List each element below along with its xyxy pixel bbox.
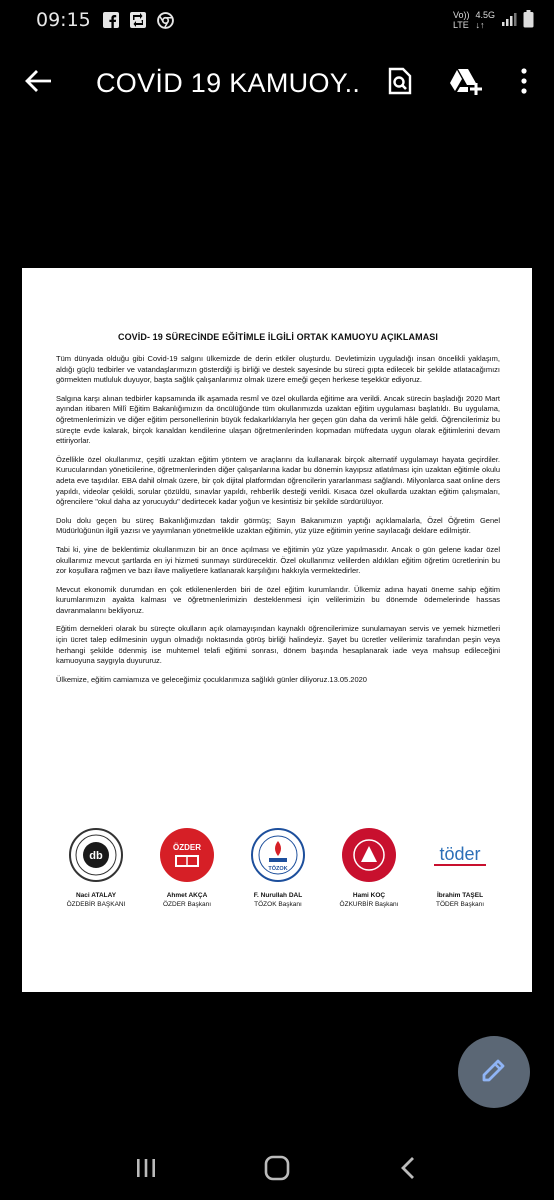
ozkurbir-logo	[342, 828, 396, 882]
home-icon	[264, 1155, 290, 1186]
signatory-title: ÖZDER Başkanı	[162, 901, 212, 908]
signatory-name: F. Nurullah DAL	[253, 892, 303, 899]
signatory-title: ÖZDEBİR BAŞKANI	[66, 901, 126, 908]
ozder-logo: ÖZDER	[160, 828, 214, 882]
data-indicator: 4.5G ↓↑	[475, 10, 495, 30]
paragraph: Tüm dünyada olduğu gibi Covid-19 salgını…	[56, 354, 500, 385]
signatory-title: TÖZOK Başkanı	[254, 901, 302, 908]
volte-label: Vo))	[452, 10, 470, 20]
signatory-name: İbrahim TAŞEL	[436, 892, 484, 899]
signatory: TÖZOK F. Nurullah DAL TÖZOK Başkanı	[238, 828, 318, 908]
paragraph: Mevcut ekonomik durumdan en çok etkilene…	[56, 584, 500, 615]
data-arrows-icon: ↓↑	[475, 20, 485, 30]
document-page[interactable]: COVİD- 19 SÜRECİNDE EĞİTİMLE İLGİLİ ORTA…	[22, 268, 532, 992]
status-bar: 09:15 Vo)) LTE 4.5G ↓↑	[0, 0, 554, 40]
navigation-bar	[0, 1140, 554, 1200]
signatory: Hami KOÇ ÖZKURBİR Başkanı	[329, 828, 409, 908]
toder-logo: töder	[428, 828, 492, 882]
find-in-page-icon	[388, 67, 412, 100]
signatory: db Naci ATALAY ÖZDEBİR BAŞKANI	[56, 828, 136, 908]
more-options-button[interactable]	[504, 63, 544, 103]
signatory-name: Ahmet AKÇA	[166, 892, 208, 899]
network-label: Vo)) LTE	[453, 10, 470, 30]
app-bar: COVİD 19 KAMUOY...	[0, 48, 554, 118]
document-title: COVİD 19 KAMUOY...	[96, 67, 358, 98]
battery-icon	[523, 10, 534, 30]
svg-text:TÖZOK: TÖZOK	[268, 865, 287, 872]
arrow-back-icon	[25, 69, 51, 97]
signatory-title: TÖDER Başkanı	[435, 901, 485, 908]
document-heading: COVİD- 19 SÜRECİNDE EĞİTİMLE İLGİLİ ORTA…	[117, 332, 438, 342]
chrome-icon	[156, 11, 174, 29]
svg-text:töder: töder	[439, 844, 480, 864]
svg-text:ÖZDER: ÖZDER	[173, 843, 201, 852]
edit-fab[interactable]	[458, 1036, 530, 1108]
paragraph: Özellikle özel okullarımız, çeşitli uzak…	[56, 454, 500, 507]
paragraph: Eğitim dernekleri olarak bu süreçte okul…	[56, 624, 500, 666]
signatory-name: Naci ATALAY	[75, 892, 117, 899]
status-right: Vo)) LTE 4.5G ↓↑	[453, 10, 534, 30]
edit-pencil-icon	[480, 1056, 508, 1089]
signatory-name: Hami KOÇ	[352, 892, 386, 899]
status-time: 09:15	[36, 9, 91, 31]
signatory: töder İbrahim TAŞEL TÖDER Başkanı	[420, 828, 500, 908]
back-nav-button[interactable]	[383, 1145, 433, 1195]
tozok-logo: TÖZOK	[251, 828, 305, 882]
svg-text:db: db	[89, 850, 103, 862]
paragraph: Ülkemize, eğitim camiamıza ve geleceğimi…	[56, 674, 367, 684]
signatory: ÖZDER Ahmet AKÇA ÖZDER Başkanı	[147, 828, 227, 908]
back-nav-icon	[400, 1156, 416, 1185]
drive-add-icon	[449, 67, 483, 100]
paragraph: Dolu dolu geçen bu süreç Bakanlığımızdan…	[56, 515, 500, 536]
signatory-title: ÖZKURBİR Başkanı	[339, 901, 399, 908]
ozdebir-logo: db	[69, 828, 123, 882]
more-vert-icon	[520, 67, 528, 99]
recent-apps-icon	[135, 1157, 157, 1184]
notification-icons	[103, 11, 174, 29]
facebook-icon	[103, 12, 120, 29]
add-to-drive-button[interactable]	[446, 63, 486, 103]
lte-label: LTE	[452, 20, 469, 30]
paragraph: Salgına karşı alınan tedbirler kapsamınd…	[56, 393, 500, 446]
recent-apps-button[interactable]	[121, 1145, 171, 1195]
find-in-page-button[interactable]	[380, 63, 420, 103]
back-button[interactable]	[18, 63, 58, 103]
signatories: db Naci ATALAY ÖZDEBİR BAŞKANI ÖZDER Ahm…	[56, 828, 500, 908]
signal-icon	[501, 11, 517, 29]
home-button[interactable]	[252, 1145, 302, 1195]
network-type-label: 4.5G	[475, 10, 495, 20]
paragraph: Tabi ki, yine de beklentimiz okullarımız…	[56, 544, 500, 576]
retweet-icon	[130, 12, 147, 29]
